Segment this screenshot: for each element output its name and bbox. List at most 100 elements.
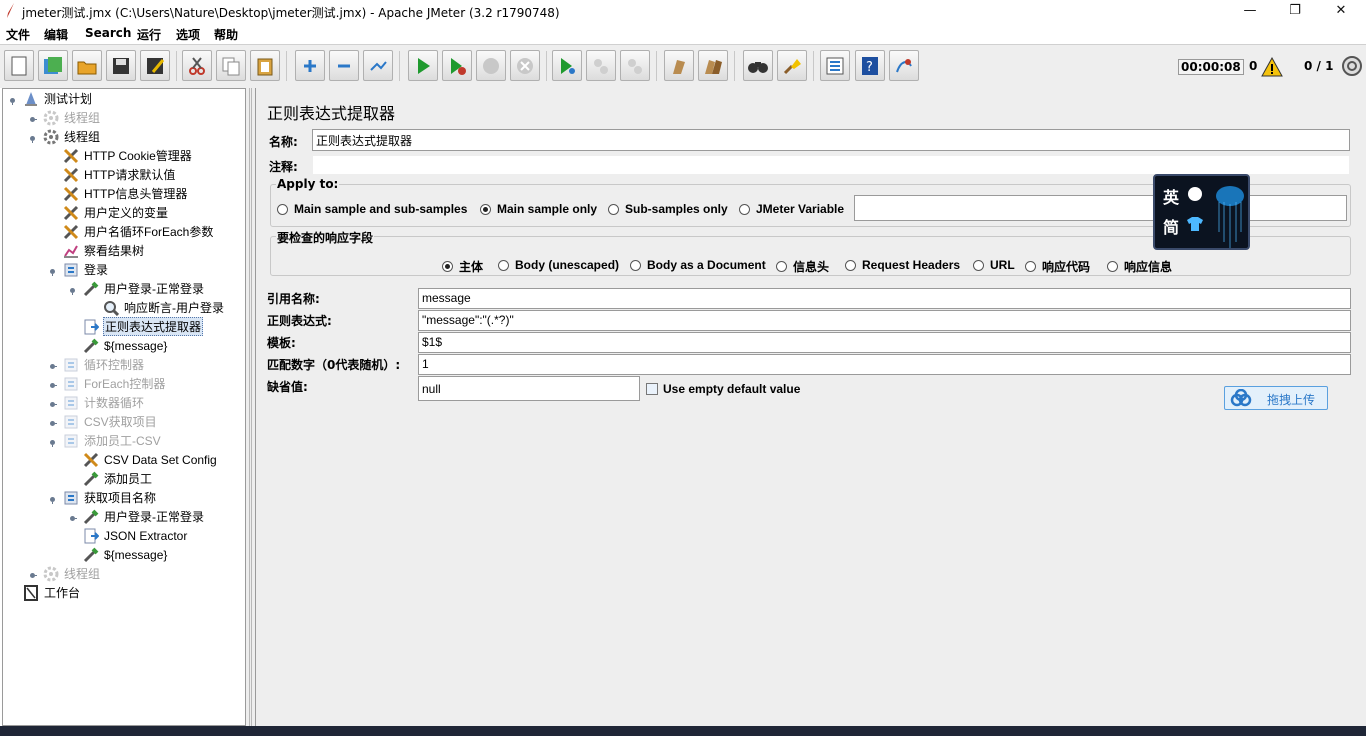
start-icon[interactable] [408,50,438,81]
restore-button[interactable]: ❐ [1272,0,1318,23]
minimize-button[interactable]: — [1227,0,1273,23]
tree-node[interactable]: 循环控制器 [63,355,145,374]
menu-options[interactable]: 选项 [176,26,200,43]
pane-splitter[interactable] [246,88,255,726]
expanded-handle-icon[interactable] [48,493,57,504]
tree-node[interactable]: 添加员工 [83,469,153,488]
expanded-handle-icon[interactable] [28,132,37,143]
collapsed-handle-icon[interactable] [48,398,57,407]
tree-node[interactable]: 正则表达式提取器 [83,317,204,336]
tree-node[interactable]: 线程组 [43,564,101,583]
apply-main-only-radio[interactable]: Main sample only [480,202,597,216]
default-value-field[interactable]: null [418,376,640,401]
tree-node[interactable]: 计数器循环 [63,393,145,412]
tree-node[interactable]: ForEach控制器 [63,374,166,393]
cut-icon[interactable] [182,50,212,81]
collapsed-handle-icon[interactable] [28,569,37,578]
expanded-handle-icon[interactable] [48,436,57,447]
expanded-handle-icon[interactable] [8,94,17,105]
tree-node[interactable]: CSV获取项目 [63,412,158,431]
collapse-icon[interactable] [329,50,359,81]
menu-run[interactable]: 运行 [137,26,161,43]
tree-node[interactable]: 用户名循环ForEach参数 [63,222,214,241]
tree-node[interactable]: HTTP Cookie管理器 [63,146,193,165]
ime-widget[interactable]: 英 简 [1153,174,1250,250]
remote-stop-icon[interactable] [586,50,616,81]
name-field[interactable]: 正则表达式提取器 [312,129,1350,151]
tree-node[interactable]: ${message} [83,545,168,564]
tree-node[interactable]: 用户定义的变量 [63,203,169,222]
help-icon[interactable]: ? [855,50,885,81]
tree-node[interactable]: 线程组 [43,127,101,146]
apply-jmeter-variable-radio[interactable]: JMeter Variable [739,202,844,216]
tree-node[interactable]: 用户登录-正常登录 [83,279,205,298]
field-body-radio[interactable]: 主体 [442,258,483,275]
expanded-handle-icon[interactable] [48,265,57,276]
apply-main-and-sub-radio[interactable]: Main sample and sub-samples [277,202,467,216]
tree-node[interactable]: ${message} [83,336,168,355]
tree-node[interactable]: 获取项目名称 [63,488,157,507]
paste-icon[interactable] [250,50,280,81]
field-body-unescaped-radio[interactable]: Body (unescaped) [498,258,619,272]
copy-icon[interactable] [216,50,246,81]
start-no-pauses-icon[interactable] [442,50,472,81]
tree-node[interactable]: 响应断言-用户登录 [103,298,225,317]
tree-node[interactable]: JSON Extractor [83,526,188,545]
function-helper-icon[interactable] [820,50,850,81]
open-icon[interactable] [72,50,102,81]
tree-node[interactable]: HTTP信息头管理器 [63,184,188,203]
menu-edit[interactable]: 编辑 [44,26,68,43]
tree-node[interactable]: 察看结果树 [63,241,145,260]
expanded-handle-icon[interactable] [68,284,77,295]
collapsed-handle-icon[interactable] [48,417,57,426]
remote-start-icon[interactable] [552,50,582,81]
test-plan-tree[interactable]: 测试计划 线程组 线程组 HTTP Cookie管理器 HTTP请求默认值 HTTP信息头… [2,88,246,726]
warning-icon[interactable] [1261,57,1283,77]
field-body-document-radio[interactable]: Body as a Document [630,258,766,272]
menu-help[interactable]: 帮助 [214,26,238,43]
collapsed-handle-icon[interactable] [28,113,37,122]
reset-search-icon[interactable] [777,50,807,81]
field-url-radio[interactable]: URL [973,258,1015,272]
use-empty-default-checkbox[interactable]: Use empty default value [646,382,800,396]
search-icon[interactable] [743,50,773,81]
tree-node[interactable]: 线程组 [43,108,101,127]
clear-all-icon[interactable] [698,50,728,81]
tree-node[interactable]: HTTP请求默认值 [63,165,176,184]
menu-search[interactable]: Search [85,26,131,40]
shutdown-icon[interactable] [510,50,540,81]
collapsed-handle-icon[interactable] [68,512,77,521]
drag-upload-button[interactable]: 拖拽上传 [1224,386,1328,410]
jmeter-variable-field[interactable] [854,195,1347,221]
ref-name-field[interactable]: message [418,288,1351,309]
remote-shutdown-icon[interactable] [620,50,650,81]
new-icon[interactable] [4,50,34,81]
save-as-icon[interactable] [140,50,170,81]
tree-node[interactable]: 工作台 [23,583,81,602]
field-request-headers-radio[interactable]: Request Headers [845,258,960,272]
stop-icon[interactable] [476,50,506,81]
collapsed-handle-icon[interactable] [48,379,57,388]
close-button[interactable]: ✕ [1318,0,1364,23]
ime-language[interactable]: 英 [1163,184,1179,208]
tree-node[interactable]: 添加员工-CSV [63,431,162,450]
match-no-field[interactable]: 1 [418,354,1351,375]
ime-charset[interactable]: 简 [1163,214,1179,238]
tree-node[interactable]: 用户登录-正常登录 [83,507,205,526]
clear-icon[interactable] [664,50,694,81]
save-icon[interactable] [106,50,136,81]
expand-icon[interactable] [295,50,325,81]
tree-node[interactable]: 测试计划 [23,89,93,108]
templates-icon[interactable] [38,50,68,81]
collapsed-handle-icon[interactable] [48,360,57,369]
field-headers-radio[interactable]: 信息头 [776,258,829,275]
tree-node[interactable]: 登录 [63,260,109,279]
apply-sub-only-radio[interactable]: Sub-samples only [608,202,728,216]
template-field[interactable]: $1$ [418,332,1351,353]
toggle-icon[interactable] [363,50,393,81]
comment-field[interactable] [312,155,1350,175]
field-response-message-radio[interactable]: 响应信息 [1107,258,1172,275]
menu-file[interactable]: 文件 [6,26,30,43]
field-response-code-radio[interactable]: 响应代码 [1025,258,1090,275]
regex-field[interactable]: "message":"(.*?)" [418,310,1351,331]
